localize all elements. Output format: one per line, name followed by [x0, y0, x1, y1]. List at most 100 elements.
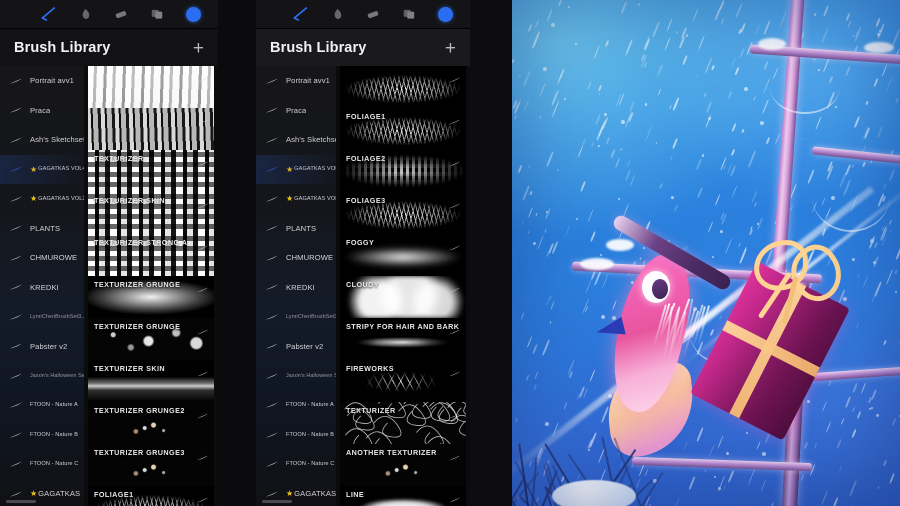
brush-preview-item[interactable]: TEXTURIZER SKIN: [88, 192, 214, 234]
brush-set-item[interactable]: Jason's Halloween Set: [256, 361, 336, 391]
brush-tool[interactable]: [38, 5, 60, 23]
brush-preview-item[interactable]: FOGGY: [340, 234, 466, 276]
brush-set-item[interactable]: LynnChenBrushSet3...: [0, 302, 84, 332]
brush-set-item[interactable]: ★GAGATKAS VOL2: [0, 184, 84, 214]
toolbar-left[interactable]: [0, 0, 218, 29]
brush-preview-item[interactable]: LINE: [340, 486, 466, 506]
brush-tool[interactable]: [290, 5, 312, 23]
brush-stroke-icon[interactable]: [196, 197, 209, 205]
brush-set-item[interactable]: Praca: [256, 96, 336, 126]
brush-stroke-icon[interactable]: [196, 323, 209, 331]
color-swatch[interactable]: [182, 5, 204, 23]
brush-set-item[interactable]: FTOON - Nature B: [0, 420, 84, 450]
brush-stroke-icon[interactable]: [448, 239, 461, 247]
brush-preview-item[interactable]: CLOUDY: [340, 276, 466, 318]
brush-preview-item[interactable]: TEXTURIZER GRUNGE: [88, 318, 214, 360]
snow-on-hat: [606, 239, 634, 251]
brush-stroke-icon[interactable]: [196, 239, 209, 247]
brush-set-item[interactable]: PLANTS: [0, 214, 84, 244]
brush-stroke-icon[interactable]: [448, 491, 461, 499]
panel-gap: [218, 0, 256, 506]
brush-stroke-icon[interactable]: [196, 491, 209, 499]
brush-set-item[interactable]: Portrait avv1: [0, 66, 84, 96]
brush-stroke-icon[interactable]: [448, 323, 461, 331]
brush-stroke-icon[interactable]: [196, 71, 209, 79]
toolbar-right[interactable]: [256, 0, 470, 29]
brush-library-panel-left[interactable]: Brush Library + Portrait avv1 Praca Ash's …: [0, 0, 218, 506]
brush-stroke-icon[interactable]: [448, 71, 461, 79]
brush-preview-item[interactable]: FOLIAGE1: [340, 108, 466, 150]
brush-set-item[interactable]: Pabster v2: [256, 332, 336, 362]
brush-preview-item[interactable]: [88, 108, 214, 150]
brush-stroke-icon[interactable]: [448, 281, 461, 289]
brush-preview-item[interactable]: FOLIAGE3: [340, 192, 466, 234]
brush-set-item[interactable]: FTOON - Nature C: [0, 450, 84, 480]
brush-set-list-right[interactable]: Portrait avv1 Praca Ash's Sketchset ★ GAGATK…: [256, 66, 336, 506]
brush-preview-item[interactable]: STRIPY FOR HAIR AND BARK: [340, 318, 466, 360]
brush-preview-list-right[interactable]: FOLIAGE1 FOLIAGE2 FOLIAGE3 FOGGY CLOUDY STRIP…: [336, 66, 470, 506]
color-swatch[interactable]: [434, 5, 456, 23]
brush-set-item[interactable]: ★GAGATKAS VOL4: [256, 155, 336, 185]
brush-stroke-icon[interactable]: [196, 155, 209, 163]
brush-set-item[interactable]: Ash's Sketchset: [256, 125, 336, 155]
brush-preview-item[interactable]: TEXTURIZER SKIN: [88, 360, 214, 402]
brush-preview-item[interactable]: TEXTURIZER: [340, 402, 466, 444]
brush-set-label: Portrait avv1: [30, 76, 74, 85]
brush-library-panel-right[interactable]: Brush Library + Portrait avv1 Praca Ash's …: [256, 0, 470, 506]
brush-preview-item[interactable]: FIREWORKS: [340, 360, 466, 402]
brush-preview-item[interactable]: TEXTURIZER GRUNGE3: [88, 444, 214, 486]
brush-set-item[interactable]: Praca: [0, 96, 84, 126]
eraser-tool[interactable]: [362, 5, 384, 23]
brush-set-item[interactable]: KREDKI: [256, 273, 336, 303]
brush-set-item[interactable]: FTOON - Nature A: [0, 391, 84, 421]
eraser-tool[interactable]: [110, 5, 132, 23]
brush-set-item[interactable]: FTOON - Nature C: [256, 450, 336, 480]
brush-stroke-icon[interactable]: [196, 281, 209, 289]
brush-preview-item[interactable]: TEXTURIZER STRONG A: [88, 234, 214, 276]
brush-stroke-icon[interactable]: [448, 365, 461, 373]
brush-set-item[interactable]: LynnChenBrushSet3...: [256, 302, 336, 332]
brush-stroke-icon[interactable]: [448, 113, 461, 121]
layers-tool[interactable]: [398, 5, 420, 23]
brush-set-item[interactable]: Pabster v2: [0, 332, 84, 362]
brush-set-item[interactable]: PLANTS: [256, 214, 336, 244]
brush-set-item[interactable]: FTOON - Nature B: [256, 420, 336, 450]
brush-stroke-icon[interactable]: [448, 407, 461, 415]
add-brush-button[interactable]: +: [193, 39, 204, 58]
brush-stroke-icon: [264, 254, 279, 262]
brush-preview-item[interactable]: TEXTURIZER GRUNGE: [88, 276, 214, 318]
brush-preview-item[interactable]: [88, 66, 214, 108]
smudge-tool[interactable]: [74, 5, 96, 23]
brush-preview-item[interactable]: FOLIAGE2: [340, 150, 466, 192]
brush-set-item[interactable]: FTOON - Nature A: [256, 391, 336, 421]
brush-stroke-icon[interactable]: [196, 113, 209, 121]
brush-set-item[interactable]: CHMUROWE: [256, 243, 336, 273]
brush-stroke-icon[interactable]: [196, 407, 209, 415]
brush-set-item[interactable]: CHMUROWE: [0, 243, 84, 273]
brush-stroke-icon[interactable]: [196, 365, 209, 373]
brush-set-item[interactable]: Ash's Sketchset: [0, 125, 84, 155]
brush-set-item[interactable]: Portrait avv1: [256, 66, 336, 96]
artwork-canvas[interactable]: [512, 0, 900, 506]
brush-set-item[interactable]: ★GAGATKAS VOL2: [256, 184, 336, 214]
layers-tool[interactable]: [146, 5, 168, 23]
brush-stroke-icon[interactable]: [196, 449, 209, 457]
brush-stroke-icon[interactable]: [448, 197, 461, 205]
brush-preview-item[interactable]: ANOTHER TEXTURIZER: [340, 444, 466, 486]
smudge-tool[interactable]: [326, 5, 348, 23]
brush-set-item[interactable]: KREDKI: [0, 273, 84, 303]
brush-preview-item[interactable]: TEXTURIZER: [88, 150, 214, 192]
brush-preview-item[interactable]: FOLIAGE1: [88, 486, 214, 506]
brush-stroke-icon[interactable]: [448, 449, 461, 457]
brush-preview-list-left[interactable]: TEXTURIZER TEXTURIZER SKIN TEXTURIZER STRO…: [84, 66, 218, 506]
brush-set-list-left[interactable]: Portrait avv1 Praca Ash's Sketchset ★ GAGATK…: [0, 66, 84, 506]
brush-set-item[interactable]: ★GAGATKAS VOL4: [0, 155, 84, 185]
brush-preview-item[interactable]: [340, 66, 466, 108]
brush-preview-item[interactable]: TEXTURIZER GRUNGE2: [88, 402, 214, 444]
brush-set-item[interactable]: Jason's Halloween Set: [0, 361, 84, 391]
brush-set-label: Praca: [30, 106, 50, 115]
add-brush-button[interactable]: +: [445, 39, 456, 58]
favorite-star-icon: ★: [286, 489, 293, 498]
page-title: Brush Library: [14, 40, 110, 56]
brush-stroke-icon[interactable]: [448, 155, 461, 163]
